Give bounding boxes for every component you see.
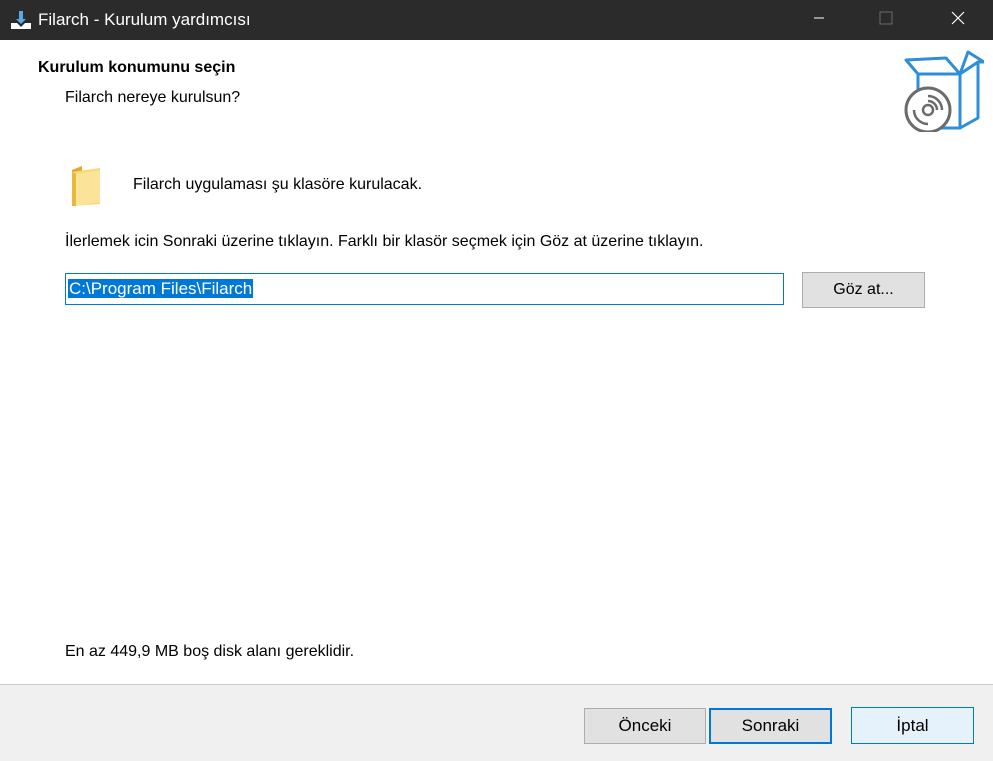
wizard-page: Kurulum konumunu seçin Filarch nereye ku… — [0, 40, 993, 684]
maximize-icon — [879, 11, 893, 30]
close-button[interactable] — [927, 0, 988, 40]
installer-icon — [10, 9, 32, 31]
window-title: Filarch - Kurulum yardımcısı — [38, 10, 251, 29]
disk-space-note: En az 449,9 MB boş disk alanı gereklidir… — [65, 643, 355, 660]
minimize-icon — [813, 11, 825, 29]
folder-message: Filarch uygulaması şu klasöre kurulacak. — [133, 176, 423, 193]
page-title: Kurulum konumunu seçin — [38, 59, 236, 76]
wizard-footer: Önceki Sonraki İptal — [0, 685, 993, 761]
minimize-button[interactable] — [788, 0, 849, 40]
browse-button[interactable]: Göz at... — [802, 272, 925, 308]
install-path-value: C:\Program Files\Filarch — [68, 279, 254, 298]
cancel-button[interactable]: İptal — [851, 707, 974, 744]
page-subtitle: Filarch nereye kurulsun? — [65, 89, 241, 106]
back-button[interactable]: Önceki — [584, 708, 706, 744]
install-path-input[interactable]: C:\Program Files\Filarch — [65, 273, 784, 305]
instruction-text: İlerlemek icin Sonraki üzerine tıklayın.… — [65, 233, 704, 250]
next-button[interactable]: Sonraki — [709, 708, 832, 744]
setup-box-disc-icon — [898, 50, 986, 134]
close-icon — [951, 11, 965, 30]
title-bar[interactable]: Filarch - Kurulum yardımcısı — [0, 0, 993, 40]
maximize-button[interactable] — [855, 0, 916, 40]
folder-icon — [70, 164, 102, 208]
